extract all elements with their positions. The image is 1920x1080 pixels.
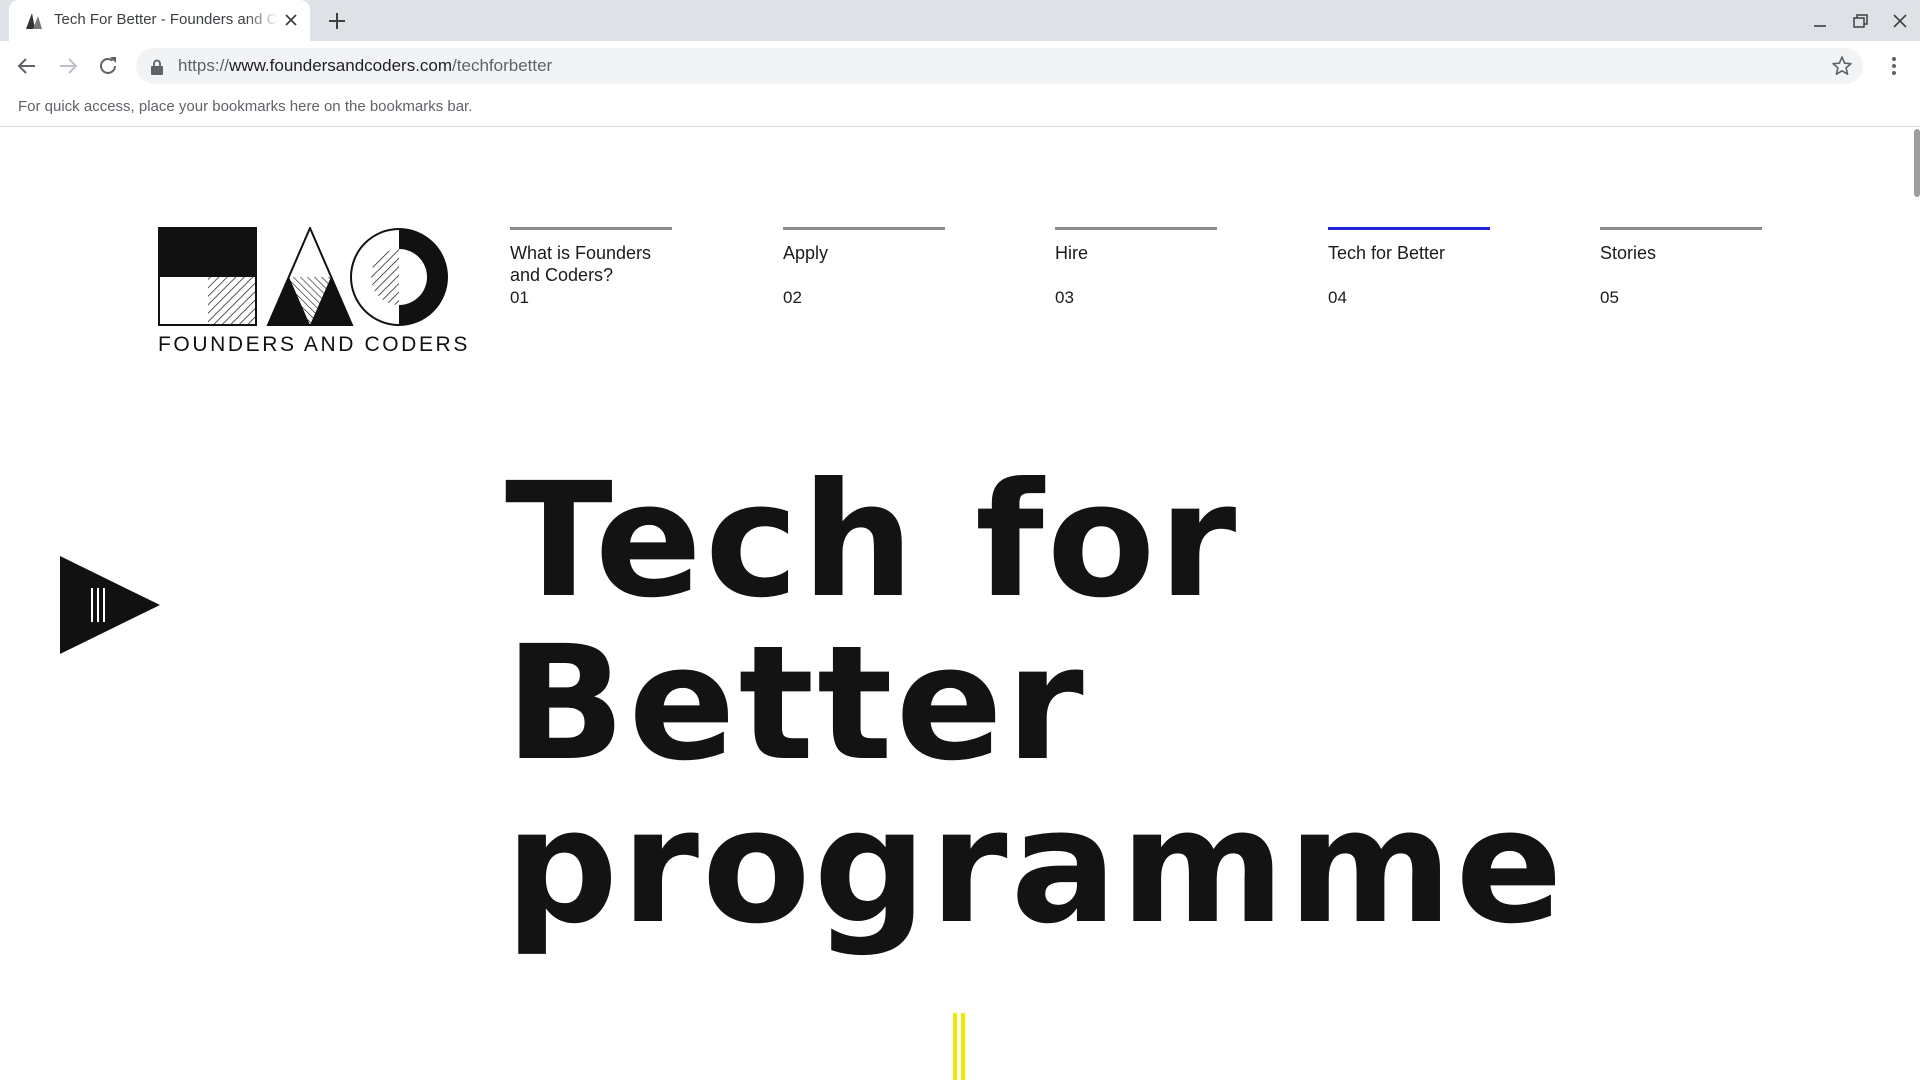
nav-label: Tech for Better <box>1328 243 1446 263</box>
new-tab-icon[interactable] <box>326 10 348 32</box>
nav-item-what-is-fac[interactable]: What is Founders and Coders? 01 <box>510 227 672 308</box>
nav-item-tech-for-better[interactable]: Tech for Better 04 <box>1328 227 1490 308</box>
hero-line-3: programme <box>505 775 1566 959</box>
nav-number: 03 <box>1055 288 1074 307</box>
nav-label: What is Founders and Coders? <box>510 243 652 285</box>
nav-item-stories[interactable]: Stories 05 <box>1600 227 1762 308</box>
tab-title: Tech For Better - Founders and Coders <box>54 11 279 28</box>
nav-bar <box>1600 227 1762 230</box>
founders-and-coders-logo[interactable]: FOUNDERS AND CODERS <box>158 227 470 357</box>
url-scheme: https:// <box>178 56 230 75</box>
restore-icon[interactable] <box>1849 10 1871 32</box>
url-text: https://www.foundersandcoders.com/techfo… <box>178 56 552 76</box>
scroll-down-marker-icon <box>953 1013 965 1080</box>
bookmarks-hint: For quick access, place your bookmarks h… <box>18 98 473 115</box>
reload-icon[interactable] <box>96 54 120 78</box>
hero-line-2: Better <box>505 612 1087 796</box>
tab-close-icon[interactable] <box>283 12 299 28</box>
play-icon[interactable] <box>58 554 162 656</box>
tab-favicon-icon <box>26 13 42 29</box>
nav-bar <box>510 227 672 230</box>
lock-icon <box>151 59 163 75</box>
nav-item-hire[interactable]: Hire 03 <box>1055 227 1217 308</box>
bookmarks-bar: For quick access, place your bookmarks h… <box>0 90 1920 127</box>
page-viewport: FOUNDERS AND CODERS What is Founders and… <box>0 127 1920 1080</box>
nav-label: Hire <box>1055 243 1089 263</box>
nav-number: 02 <box>783 288 802 307</box>
url-path: /techforbetter <box>452 56 553 75</box>
nav-label: Apply <box>783 243 829 263</box>
close-window-icon[interactable] <box>1889 10 1911 32</box>
url-host: www.foundersandcoders.com <box>229 56 453 75</box>
minimize-icon[interactable] <box>1809 10 1831 32</box>
browser-titlebar: Tech For Better - Founders and Coders <box>0 0 1920 41</box>
nav-label: Stories <box>1600 243 1657 263</box>
nav-item-apply[interactable]: Apply 02 <box>783 227 945 308</box>
nav-number: 01 <box>510 288 529 307</box>
nav-bar-active <box>1328 227 1490 230</box>
page-scrollbar[interactable] <box>1914 129 1920 197</box>
browser-tab[interactable]: Tech For Better - Founders and Coders <box>9 0 310 41</box>
nav-bar <box>1055 227 1217 230</box>
nav-number: 04 <box>1328 288 1347 307</box>
forward-arrow-icon[interactable] <box>56 54 80 78</box>
logo-text: FOUNDERS AND CODERS <box>158 333 470 356</box>
nav-number: 05 <box>1600 288 1619 307</box>
logo-shapes-icon <box>158 227 448 326</box>
back-arrow-icon[interactable] <box>15 54 39 78</box>
address-bar[interactable]: https://www.foundersandcoders.com/techfo… <box>136 48 1863 84</box>
browser-menu-icon[interactable] <box>1882 54 1906 78</box>
nav-bar <box>783 227 945 230</box>
hero-title: Tech for Better programme <box>505 460 1566 949</box>
browser-toolbar: https://www.foundersandcoders.com/techfo… <box>0 41 1920 90</box>
bookmark-star-icon[interactable] <box>1831 55 1853 77</box>
hero-line-1: Tech for <box>505 449 1240 633</box>
